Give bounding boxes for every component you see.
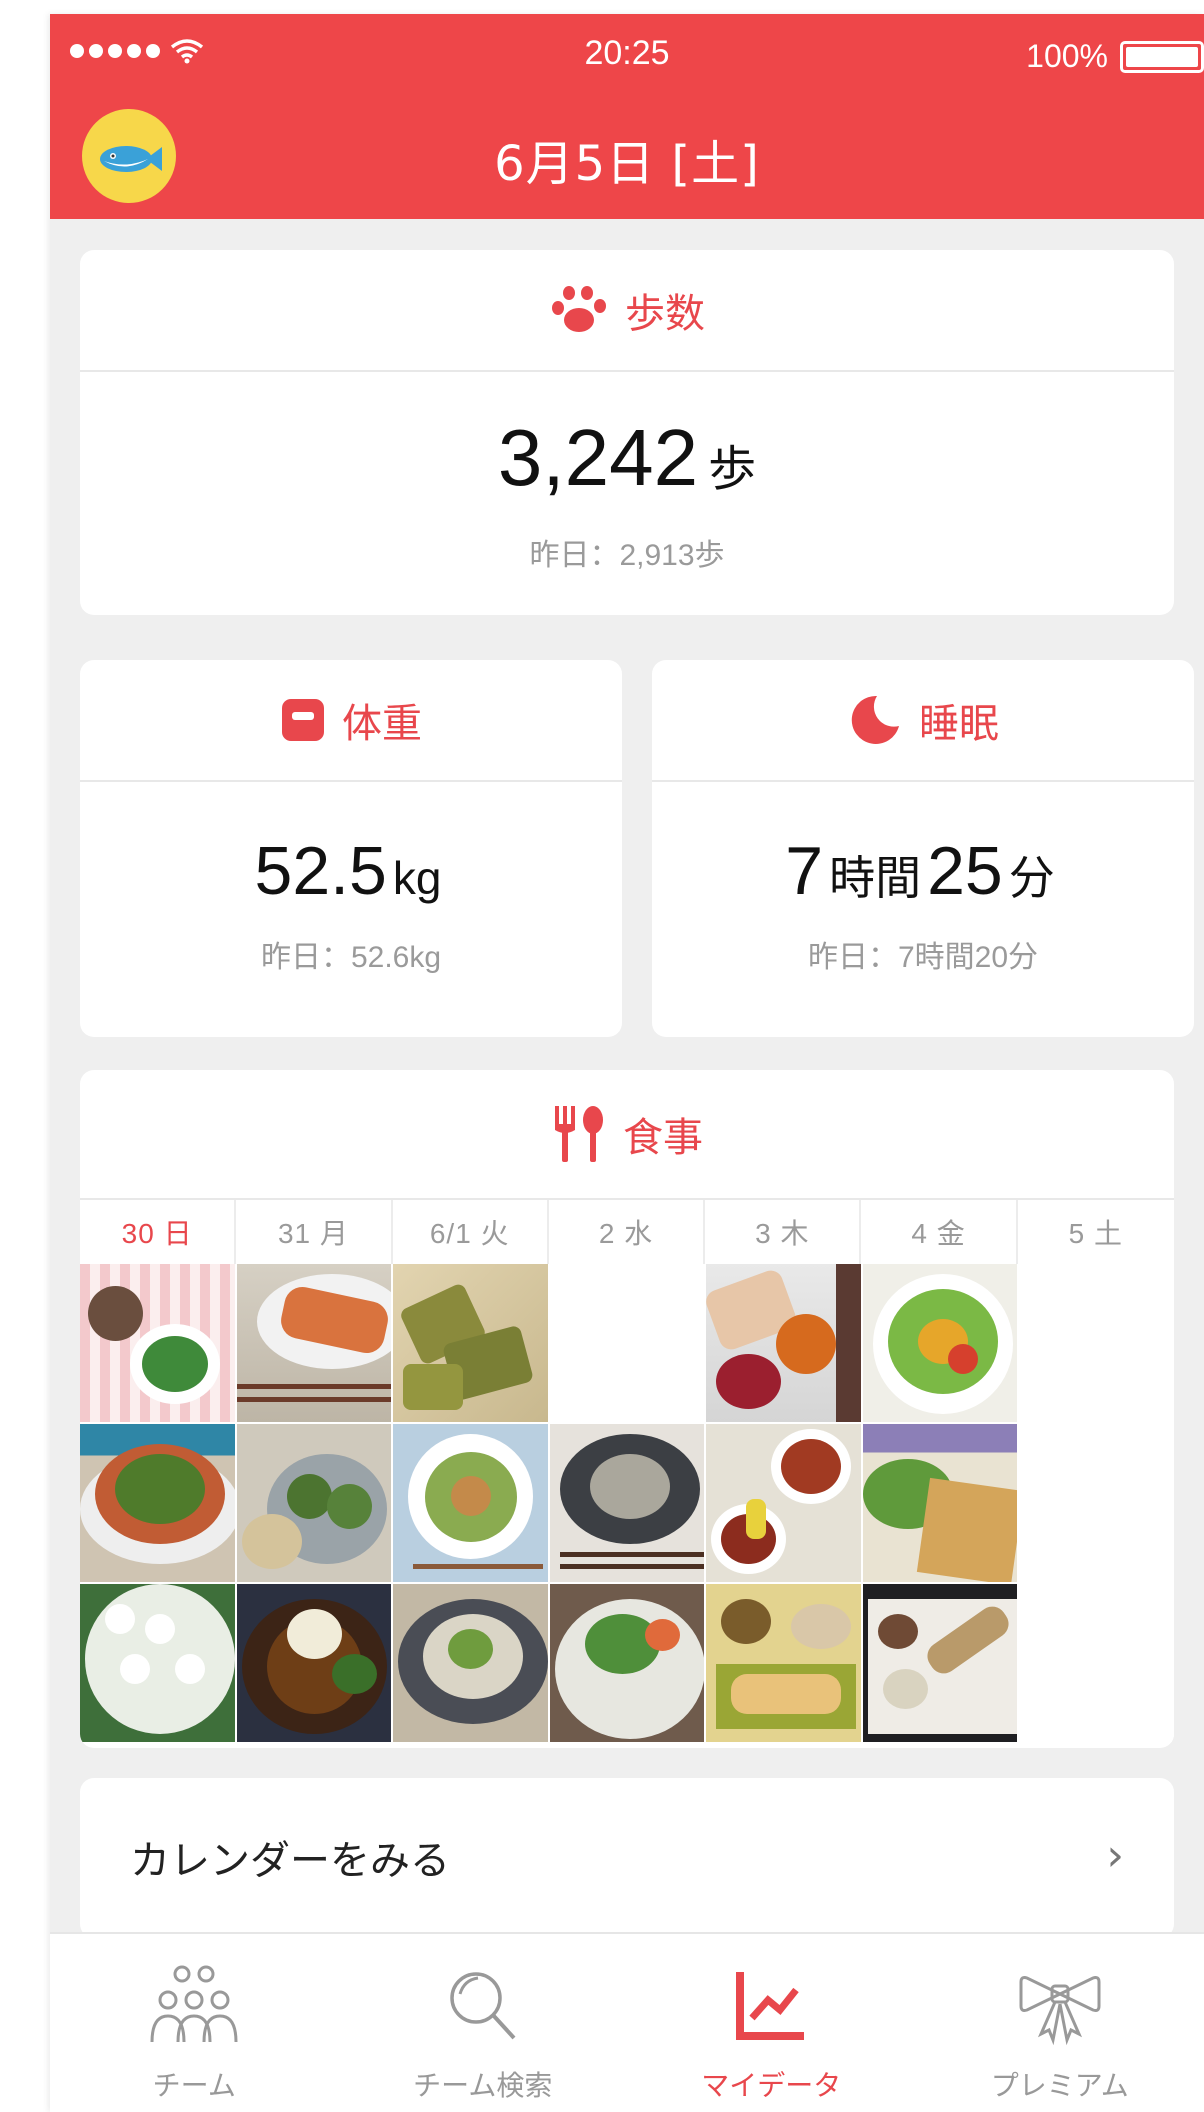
meal-title: 食事	[623, 1115, 703, 1161]
page-title: 6月5日 [土]	[494, 136, 760, 192]
tab-premium[interactable]: プレミアム	[916, 1934, 1204, 2112]
meal-photo[interactable]	[706, 1424, 861, 1582]
sleep-value-row: 7 時間25 分	[652, 832, 1194, 910]
meal-photo[interactable]	[393, 1584, 548, 1742]
steps-title: 歩数	[625, 291, 705, 337]
calendar-link[interactable]: カレンダーをみる ›	[80, 1778, 1174, 1938]
tab-bar: チーム チーム検索 マイデータ プレミアム	[50, 1932, 1204, 2112]
tab-label: マイデータ	[701, 2069, 842, 2102]
fork-knife-icon	[555, 1106, 603, 1162]
weight-title: 体重	[342, 701, 422, 747]
meal-photo[interactable]	[393, 1424, 548, 1582]
meal-photo-grid	[80, 1264, 1174, 1742]
sleep-minutes-unit: 分	[1008, 852, 1055, 904]
status-battery: 100%	[1026, 38, 1204, 75]
tab-my-data[interactable]: マイデータ	[627, 1934, 916, 2112]
steps-yesterday: 昨日：2,913歩	[529, 539, 725, 572]
weight-unit: kg	[392, 852, 442, 904]
tab-team-search[interactable]: チーム検索	[339, 1934, 628, 2112]
paw-icon	[552, 286, 606, 332]
tab-label: チーム	[152, 2069, 236, 2102]
ribbon-icon	[1019, 1976, 1101, 2046]
meal-photo[interactable]	[862, 1584, 1018, 1742]
meal-photo[interactable]	[80, 1264, 235, 1422]
search-icon	[450, 1972, 516, 2040]
weight-yesterday: 昨日：52.6kg	[260, 941, 442, 974]
steps-card-header: 歩数	[80, 250, 1174, 372]
meal-photo[interactable]	[862, 1264, 1018, 1422]
day-header[interactable]: 2 水	[549, 1200, 706, 1264]
meal-photo-empty[interactable]	[1019, 1584, 1174, 1742]
sleep-minutes: 25	[927, 833, 1003, 909]
weight-card[interactable]: 体重 52.5 kg 昨日：52.6kg	[80, 660, 622, 1037]
day-header[interactable]: 5 土	[1018, 1200, 1174, 1264]
tab-label: チーム検索	[413, 2069, 553, 2102]
meal-photo[interactable]	[393, 1264, 548, 1422]
day-header[interactable]: 3 木	[705, 1200, 862, 1264]
battery-percent: 100%	[1026, 38, 1108, 74]
meal-photo-empty[interactable]	[1019, 1424, 1174, 1582]
meal-photo[interactable]	[80, 1584, 235, 1742]
sleep-yesterday: 昨日：7時間20分	[807, 941, 1039, 974]
sleep-hours: 7	[785, 833, 824, 909]
steps-value: 3,242	[497, 413, 699, 502]
sleep-hours-unit: 時間	[829, 852, 922, 904]
meal-photo-empty[interactable]	[1019, 1264, 1174, 1422]
meal-photo-empty[interactable]	[549, 1264, 705, 1422]
weight-value: 52.5	[254, 833, 387, 909]
sleep-card-header: 睡眠	[652, 660, 1194, 782]
meal-day-row: 30 日 31 月 6/1 火 2 水 3 木 4 金 5 土	[80, 1198, 1174, 1264]
chevron-right-icon: ›	[1106, 1830, 1124, 1881]
tab-team[interactable]: チーム	[50, 1934, 339, 2112]
day-header[interactable]: 31 月	[236, 1200, 393, 1264]
steps-value-row: 3,242 歩	[80, 412, 1174, 504]
meal-photo[interactable]	[706, 1584, 861, 1742]
calendar-link-label: カレンダーをみる	[130, 1838, 450, 1884]
meal-photo[interactable]	[862, 1424, 1018, 1582]
app-screen: 20:25 100% 6月5日 [土] 歩数 3,242 歩 昨日：2,913歩…	[50, 14, 1204, 2112]
meal-photo[interactable]	[549, 1584, 705, 1742]
meal-photo[interactable]	[236, 1264, 392, 1422]
steps-card[interactable]: 歩数 3,242 歩 昨日：2,913歩	[80, 250, 1174, 615]
meal-card-header: 食事	[80, 1070, 1174, 1198]
meal-photo[interactable]	[80, 1424, 235, 1582]
scale-icon	[282, 699, 324, 741]
day-header[interactable]: 6/1 火	[393, 1200, 549, 1264]
meal-photo[interactable]	[236, 1424, 392, 1582]
steps-unit: 歩	[708, 443, 757, 496]
weight-card-header: 体重	[80, 660, 622, 782]
day-header[interactable]: 30 日	[80, 1200, 237, 1264]
team-icon	[150, 1965, 238, 2043]
meal-photo[interactable]	[236, 1584, 392, 1742]
tab-label: プレミアム	[990, 2069, 1129, 2102]
header-bar: 20:25 100% 6月5日 [土]	[50, 14, 1204, 219]
weight-value-row: 52.5 kg	[80, 832, 622, 910]
battery-icon	[1120, 40, 1204, 73]
chart-icon	[736, 1972, 805, 2040]
sleep-card[interactable]: 睡眠 7 時間25 分 昨日：7時間20分	[652, 660, 1194, 1037]
meal-photo[interactable]	[549, 1424, 705, 1582]
moon-icon	[851, 695, 899, 744]
sleep-title: 睡眠	[919, 701, 999, 747]
meal-card[interactable]: 食事 30 日 31 月 6/1 火 2 水 3 木 4 金 5 土	[80, 1070, 1174, 1748]
day-header[interactable]: 4 金	[861, 1200, 1018, 1264]
meal-photo[interactable]	[706, 1264, 861, 1422]
